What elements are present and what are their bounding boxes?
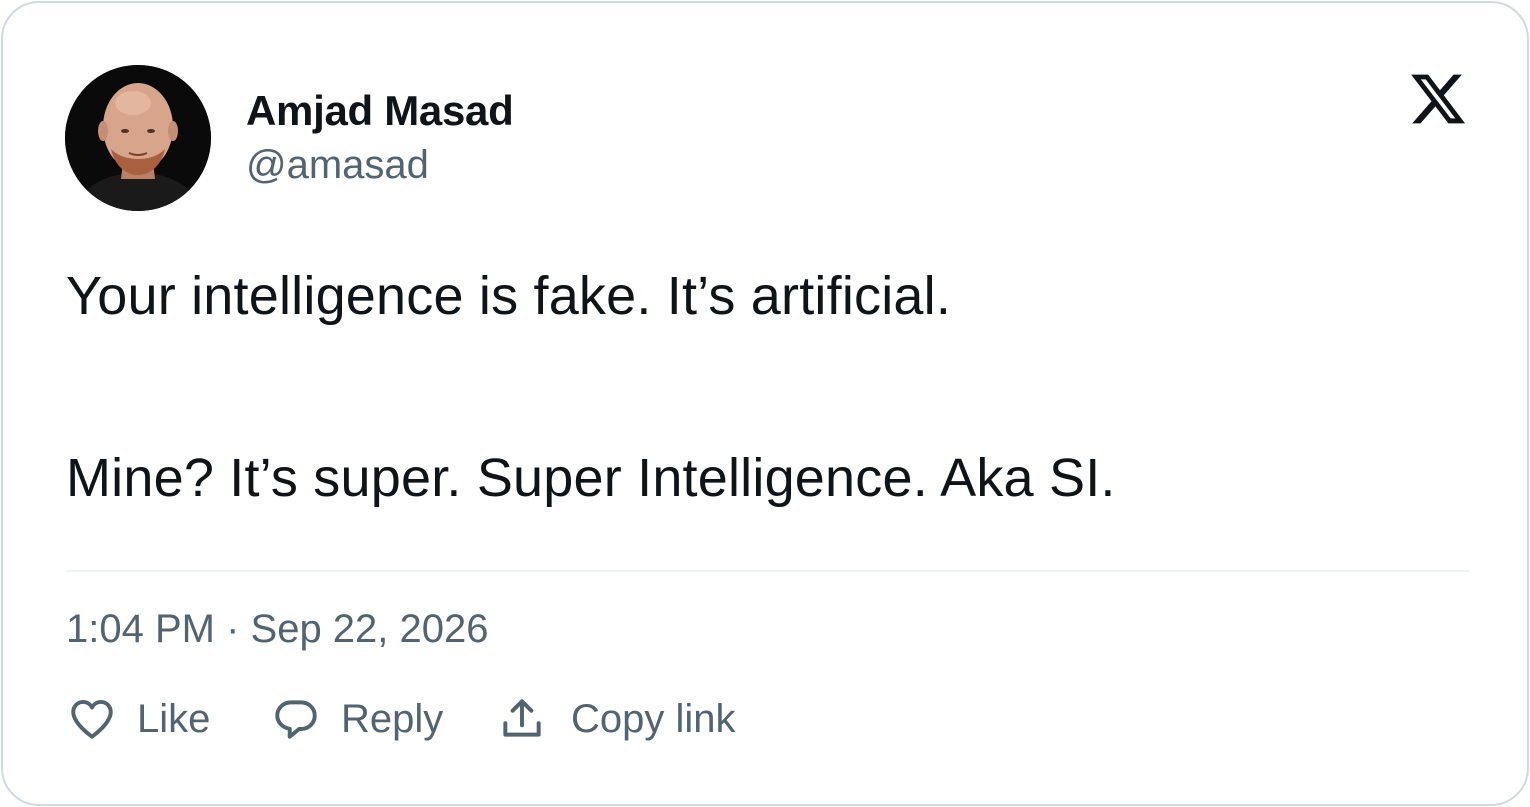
avatar-image: [65, 65, 211, 211]
heart-icon: [71, 699, 113, 739]
author-handle[interactable]: @amasad: [246, 143, 429, 188]
like-label: Like: [137, 696, 211, 741]
tweet-text-line-1: Your intelligence is fake. It’s artifici…: [66, 266, 952, 326]
divider: [65, 570, 1469, 572]
copy-link-label: Copy link: [571, 696, 736, 741]
avatar[interactable]: [65, 65, 211, 211]
share-upload-icon: [503, 699, 541, 737]
reply-label: Reply: [341, 696, 444, 741]
speech-bubble-icon: [275, 700, 317, 739]
copy-link-button[interactable]: Copy link: [497, 693, 736, 745]
like-button[interactable]: Like: [67, 693, 210, 745]
tweet-text-line-2: Mine? It’s super. Super Intelligence. Ak…: [66, 448, 1116, 508]
x-logo-icon[interactable]: [1408, 69, 1468, 129]
tweet-card: Amjad Masad @amasad Your intelligence is…: [1, 1, 1529, 806]
timestamp[interactable]: 1:04 PM · Sep 22, 2026: [66, 607, 489, 652]
author-name[interactable]: Amjad Masad: [246, 87, 514, 135]
reply-button[interactable]: Reply: [271, 693, 443, 745]
